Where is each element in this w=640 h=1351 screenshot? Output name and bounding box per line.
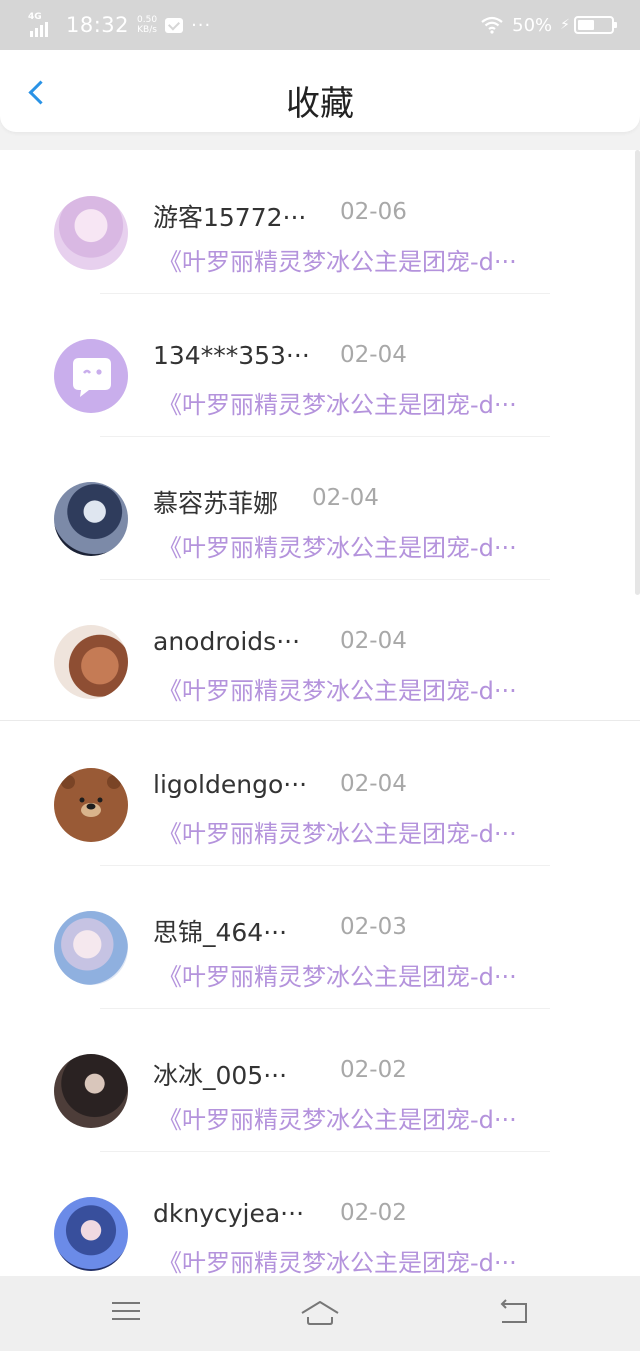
story-link[interactable]: 《叶罗丽精灵梦冰公主是团宠-d··· <box>158 528 517 563</box>
page-title: 收藏 <box>286 84 354 124</box>
network-type: 4G <box>28 12 42 22</box>
story-link[interactable]: 《叶罗丽精灵梦冰公主是团宠-d··· <box>158 242 517 277</box>
avatar[interactable] <box>54 339 128 413</box>
menu-icon[interactable] <box>106 1298 146 1328</box>
status-bar: 4G 18:32 0.50 KB/s ··· 50% ⚡ <box>0 0 640 50</box>
chat-bubble-icon <box>73 358 111 397</box>
list-item[interactable]: dknycyjea··· 02-02 《叶罗丽精灵梦冰公主是团宠-d··· <box>0 1151 640 1276</box>
avatar[interactable] <box>54 768 128 842</box>
list-item[interactable]: 思锦_464··· 02-03 《叶罗丽精灵梦冰公主是团宠-d··· <box>0 865 640 1008</box>
list-item[interactable]: 134***353··· 02-04 《叶罗丽精灵梦冰公主是团宠-d··· <box>0 293 640 436</box>
favorite-date: 02-02 <box>340 1057 407 1083</box>
speed-unit: KB/s <box>137 25 157 35</box>
user-name[interactable]: 游客15772··· <box>153 198 306 234</box>
user-name[interactable]: ligoldengo··· <box>153 770 307 799</box>
battery-icon <box>574 16 617 34</box>
favorite-date: 02-04 <box>340 771 407 797</box>
list-item[interactable]: 冰冰_005··· 02-02 《叶罗丽精灵梦冰公主是团宠-d··· <box>0 1008 640 1151</box>
favorite-date: 02-04 <box>312 485 379 511</box>
favorite-date: 02-04 <box>340 628 407 654</box>
avatar[interactable] <box>54 482 128 556</box>
favorite-date: 02-02 <box>340 1200 407 1226</box>
divider <box>0 720 640 721</box>
signal-icon: 4G <box>28 13 58 37</box>
bear-face-icon <box>61 775 121 817</box>
favorite-date: 02-03 <box>340 914 407 940</box>
user-name[interactable]: 慕容苏菲娜 <box>153 484 278 520</box>
story-link[interactable]: 《叶罗丽精灵梦冰公主是团宠-d··· <box>158 385 517 420</box>
favorites-list[interactable]: 游客15772··· 02-06 《叶罗丽精灵梦冰公主是团宠-d··· 134*… <box>0 150 640 1276</box>
more-notifications: ··· <box>191 14 212 36</box>
list-item[interactable]: 游客15772··· 02-06 《叶罗丽精灵梦冰公主是团宠-d··· <box>0 150 640 293</box>
story-link[interactable]: 《叶罗丽精灵梦冰公主是团宠-d··· <box>158 957 517 992</box>
notification-icon <box>165 17 184 33</box>
user-name[interactable]: 冰冰_005··· <box>153 1056 287 1092</box>
list-item[interactable]: 慕容苏菲娜 02-04 《叶罗丽精灵梦冰公主是团宠-d··· <box>0 436 640 579</box>
user-name[interactable]: 思锦_464··· <box>153 913 287 949</box>
battery-percent: 50% <box>512 14 553 36</box>
home-icon[interactable] <box>300 1298 340 1328</box>
network-speed: 0.50 KB/s <box>137 15 157 35</box>
wifi-icon <box>481 16 503 34</box>
user-name[interactable]: dknycyjea··· <box>153 1199 304 1228</box>
list-item[interactable]: ligoldengo··· 02-04 《叶罗丽精灵梦冰公主是团宠-d··· <box>0 722 640 865</box>
story-link[interactable]: 《叶罗丽精灵梦冰公主是团宠-d··· <box>158 814 517 849</box>
favorite-date: 02-04 <box>340 342 407 368</box>
avatar[interactable] <box>54 1054 128 1128</box>
story-link[interactable]: 《叶罗丽精灵梦冰公主是团宠-d··· <box>158 1100 517 1135</box>
favorite-date: 02-06 <box>340 199 407 225</box>
user-name[interactable]: 134***353··· <box>153 341 310 370</box>
user-name[interactable]: anodroids··· <box>153 627 300 656</box>
story-link[interactable]: 《叶罗丽精灵梦冰公主是团宠-d··· <box>158 671 517 706</box>
avatar[interactable] <box>54 911 128 985</box>
return-icon[interactable] <box>494 1298 534 1328</box>
status-time: 18:32 <box>66 13 130 37</box>
system-nav-bar <box>0 1276 640 1351</box>
story-link[interactable]: 《叶罗丽精灵梦冰公主是团宠-d··· <box>158 1243 517 1276</box>
speed-value: 0.50 <box>137 15 158 25</box>
page-header: 收藏 <box>0 50 640 132</box>
avatar[interactable] <box>54 196 128 270</box>
list-item[interactable]: anodroids··· 02-04 《叶罗丽精灵梦冰公主是团宠-d··· <box>0 579 640 722</box>
avatar[interactable] <box>54 1197 128 1271</box>
avatar[interactable] <box>54 625 128 699</box>
charging-icon: ⚡ <box>560 17 570 33</box>
